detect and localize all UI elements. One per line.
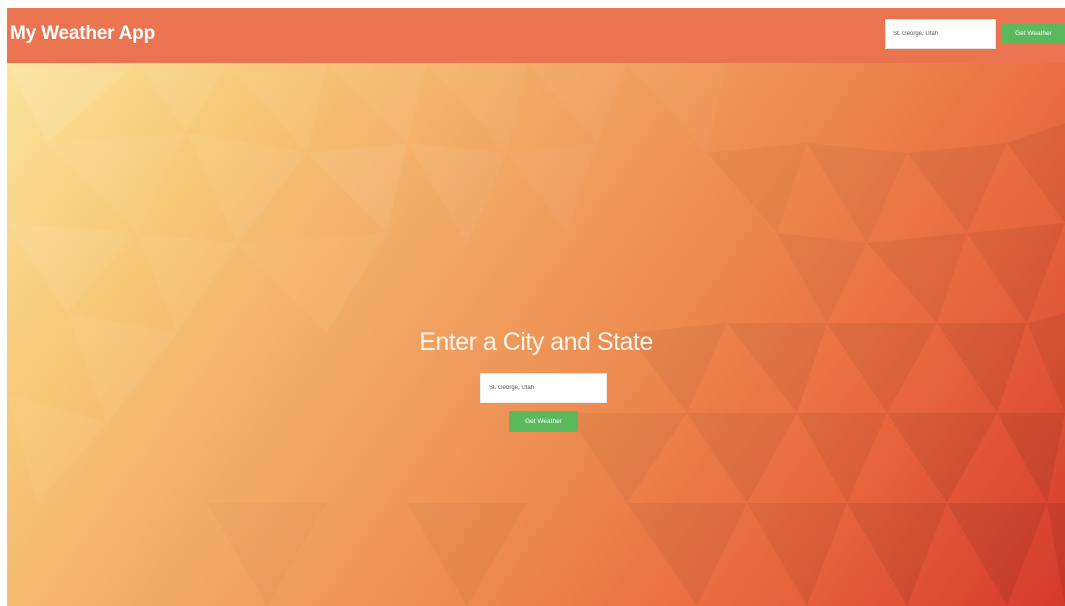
hero-heading: Enter a City and State bbox=[419, 328, 653, 356]
app-title[interactable]: My Weather App bbox=[10, 23, 155, 45]
navbar-city-input[interactable] bbox=[885, 19, 996, 49]
app-frame: My Weather App Get Weather bbox=[7, 8, 1065, 606]
navbar-get-weather-button[interactable]: Get Weather bbox=[1002, 23, 1065, 44]
navbar: My Weather App Get Weather bbox=[7, 8, 1065, 63]
hero-city-input[interactable] bbox=[480, 373, 607, 403]
hero-section: Enter a City and State Get Weather bbox=[7, 63, 1065, 606]
hero-get-weather-button[interactable]: Get Weather bbox=[509, 411, 578, 432]
